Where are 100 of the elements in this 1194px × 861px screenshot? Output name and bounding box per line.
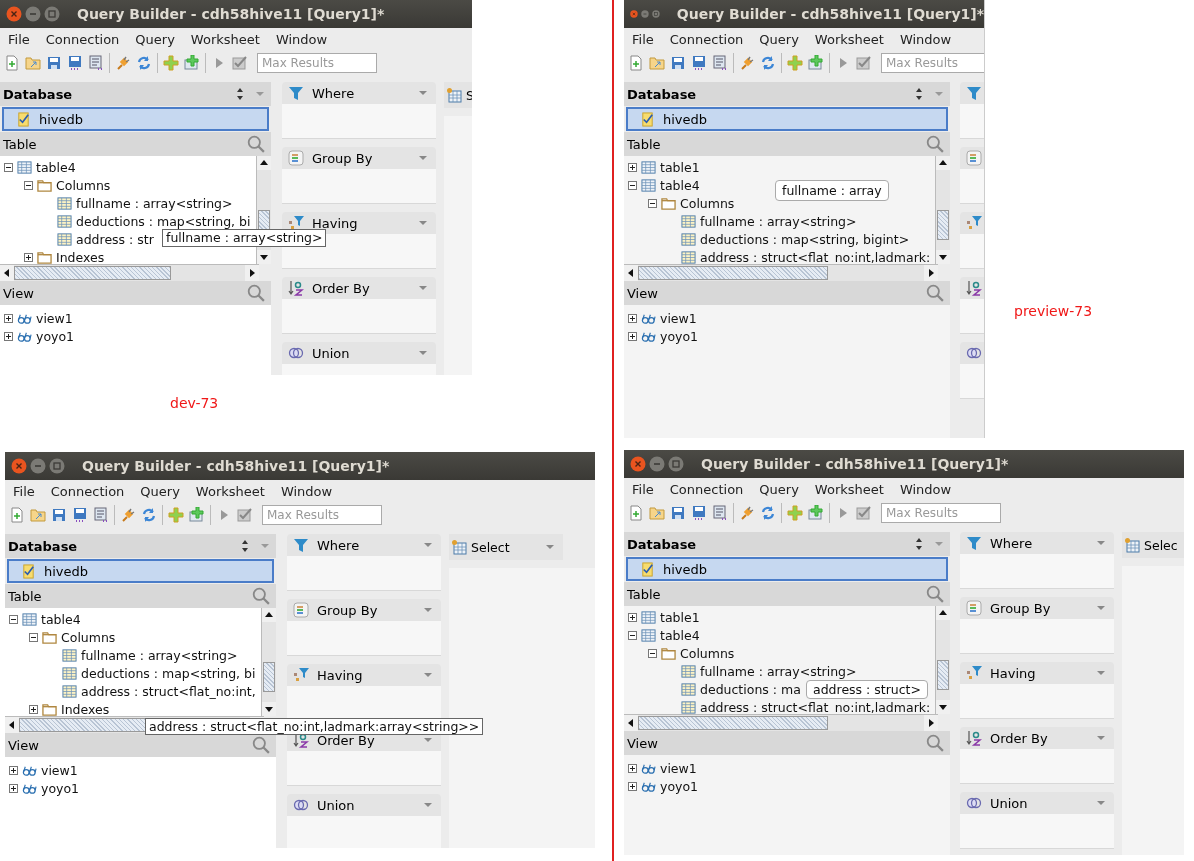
plus-icon[interactable] [163,55,179,71]
panel-header[interactable]: Order By [282,277,436,299]
expander-icon[interactable] [628,331,637,341]
panel-header[interactable]: Order By [960,727,1114,749]
save-icon[interactable] [670,505,686,521]
expander-icon[interactable] [4,331,13,341]
sort-icon[interactable] [240,539,250,553]
tree-item[interactable]: address : struct<flat_no:int,ladmark: [700,249,931,264]
menu-item[interactable]: Window [899,481,952,497]
expander-icon[interactable] [4,162,13,172]
dropdown-caret-icon[interactable] [1096,538,1106,548]
expander-icon[interactable] [648,648,657,658]
database-item[interactable]: hivedb [7,559,274,583]
save-as-icon[interactable] [67,55,83,71]
new-file-icon[interactable] [9,507,25,523]
dropdown-caret-icon[interactable] [418,153,428,163]
panel-header[interactable]: Union [960,792,1114,814]
vertical-scrollbar[interactable] [935,606,950,714]
scroll-thumb[interactable] [14,266,172,280]
close-icon[interactable] [630,456,646,472]
panel-header[interactable]: Group By [960,597,1114,619]
menu-item[interactable]: File [632,31,654,47]
sort-icon[interactable] [914,87,924,101]
expander-icon[interactable] [9,783,18,793]
panel-header[interactable]: Where [960,532,1114,554]
tree-item[interactable]: table4 [660,627,700,643]
tree-item[interactable]: view1 [41,762,78,778]
panel-header[interactable]: Select [449,534,563,560]
scroll-thumb[interactable] [638,716,829,730]
tree-item[interactable]: fullname : array<string> [700,213,857,229]
scroll-down-icon[interactable] [936,250,950,264]
dropdown-caret-icon[interactable] [1096,798,1106,808]
table-plus-icon[interactable] [189,507,205,523]
expander-icon[interactable] [648,198,657,208]
tree-item[interactable]: yoyo1 [41,780,80,796]
menu-item[interactable]: Connection [669,481,744,497]
menu-item[interactable]: File [632,481,654,497]
maximize-icon[interactable] [44,6,60,22]
scroll-right-icon[interactable] [245,265,259,281]
panel-header[interactable]: Where [287,534,441,556]
plus-icon[interactable] [168,507,184,523]
scroll-left-icon[interactable] [624,715,638,731]
tree-item[interactable]: table4 [36,159,76,175]
expander-icon[interactable] [628,313,637,323]
save-icon[interactable] [670,55,686,71]
scroll-down-icon[interactable] [257,250,271,264]
save-as-icon[interactable] [691,505,707,521]
tree-item[interactable]: Indexes [56,249,105,264]
expander-icon[interactable] [9,765,18,775]
dropdown-caret-icon[interactable] [423,670,433,680]
dropdown-caret-icon[interactable] [418,218,428,228]
panel-header[interactable]: Selec [1122,532,1184,558]
dropdown-caret-icon[interactable] [423,605,433,615]
panel-header[interactable]: Union [282,342,436,364]
expander-icon[interactable] [29,632,38,642]
scroll-thumb[interactable] [638,266,829,280]
menu-item[interactable]: File [8,31,30,47]
panel-header[interactable]: Where [282,82,436,104]
dropdown-caret-icon[interactable] [423,540,433,550]
refresh-icon[interactable] [760,55,776,71]
maximize-icon[interactable] [49,458,65,474]
horizontal-scrollbar[interactable] [0,264,259,281]
menu-item[interactable]: Connection [669,31,744,47]
minimize-icon[interactable] [30,458,46,474]
scroll-thumb[interactable] [937,660,949,690]
save-as-icon[interactable] [691,55,707,71]
tree-item[interactable]: deductions : ma [700,681,801,697]
checklist-icon[interactable] [232,55,248,71]
dropdown-caret-icon[interactable] [418,283,428,293]
database-item[interactable]: hivedb [626,557,948,581]
expander-icon[interactable] [628,763,637,773]
expander-icon[interactable] [24,180,33,190]
tree-item[interactable]: view1 [660,310,697,326]
scroll-right-icon[interactable] [924,715,938,731]
properties-icon[interactable] [88,55,104,71]
dropdown-caret-icon[interactable] [1096,603,1106,613]
max-results-field[interactable]: Max Results [257,53,377,73]
search-icon[interactable] [252,736,270,754]
dropdown-caret-icon[interactable] [1096,733,1106,743]
save-icon[interactable] [51,507,67,523]
dropdown-caret-icon[interactable] [418,88,428,98]
sort-icon[interactable] [914,537,924,551]
plug-icon[interactable] [739,505,755,521]
max-results-field[interactable]: Max Results [881,53,984,73]
tree-item[interactable]: Columns [61,629,116,645]
checklist-icon[interactable] [856,505,872,521]
sort-icon[interactable] [235,87,245,101]
table-plus-icon[interactable] [184,55,200,71]
vertical-scrollbar[interactable] [935,156,950,264]
expander-icon[interactable] [628,162,637,172]
save-icon[interactable] [46,55,62,71]
panel-header[interactable]: Having [287,664,441,686]
expander-icon[interactable] [4,313,13,323]
tree-item[interactable]: view1 [36,310,73,326]
new-file-icon[interactable] [628,55,644,71]
open-folder-icon[interactable] [30,507,46,523]
panel-header[interactable]: Union [287,794,441,816]
panel-header[interactable]: Group By [282,147,436,169]
scroll-left-icon[interactable] [0,265,14,281]
scroll-up-icon[interactable] [936,606,950,620]
